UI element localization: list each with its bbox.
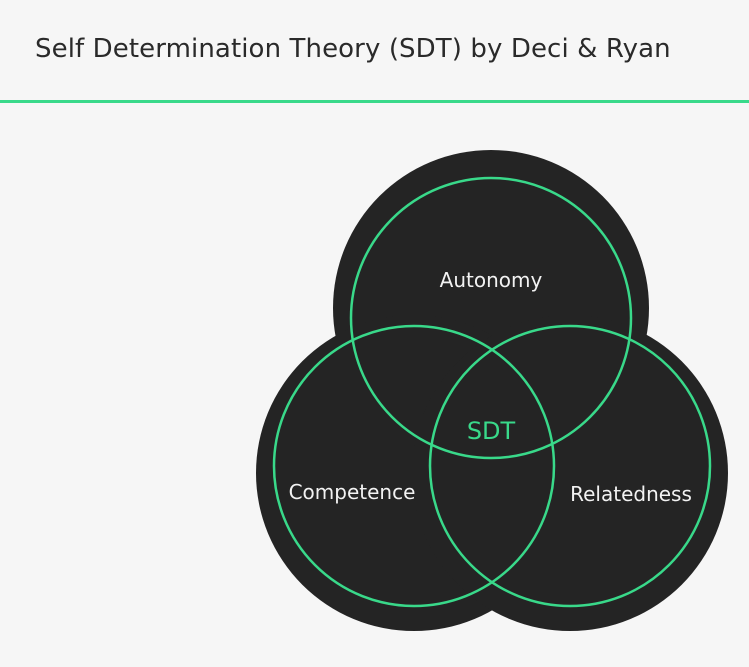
venn-background	[256, 150, 728, 631]
venn-diagram: Autonomy Competence Relatedness SDT	[256, 150, 728, 631]
outer-blob-relatedness	[412, 315, 728, 631]
label-autonomy: Autonomy	[440, 268, 543, 292]
label-relatedness: Relatedness	[570, 482, 692, 506]
label-competence: Competence	[289, 480, 416, 504]
label-sdt-center: SDT	[467, 417, 516, 445]
